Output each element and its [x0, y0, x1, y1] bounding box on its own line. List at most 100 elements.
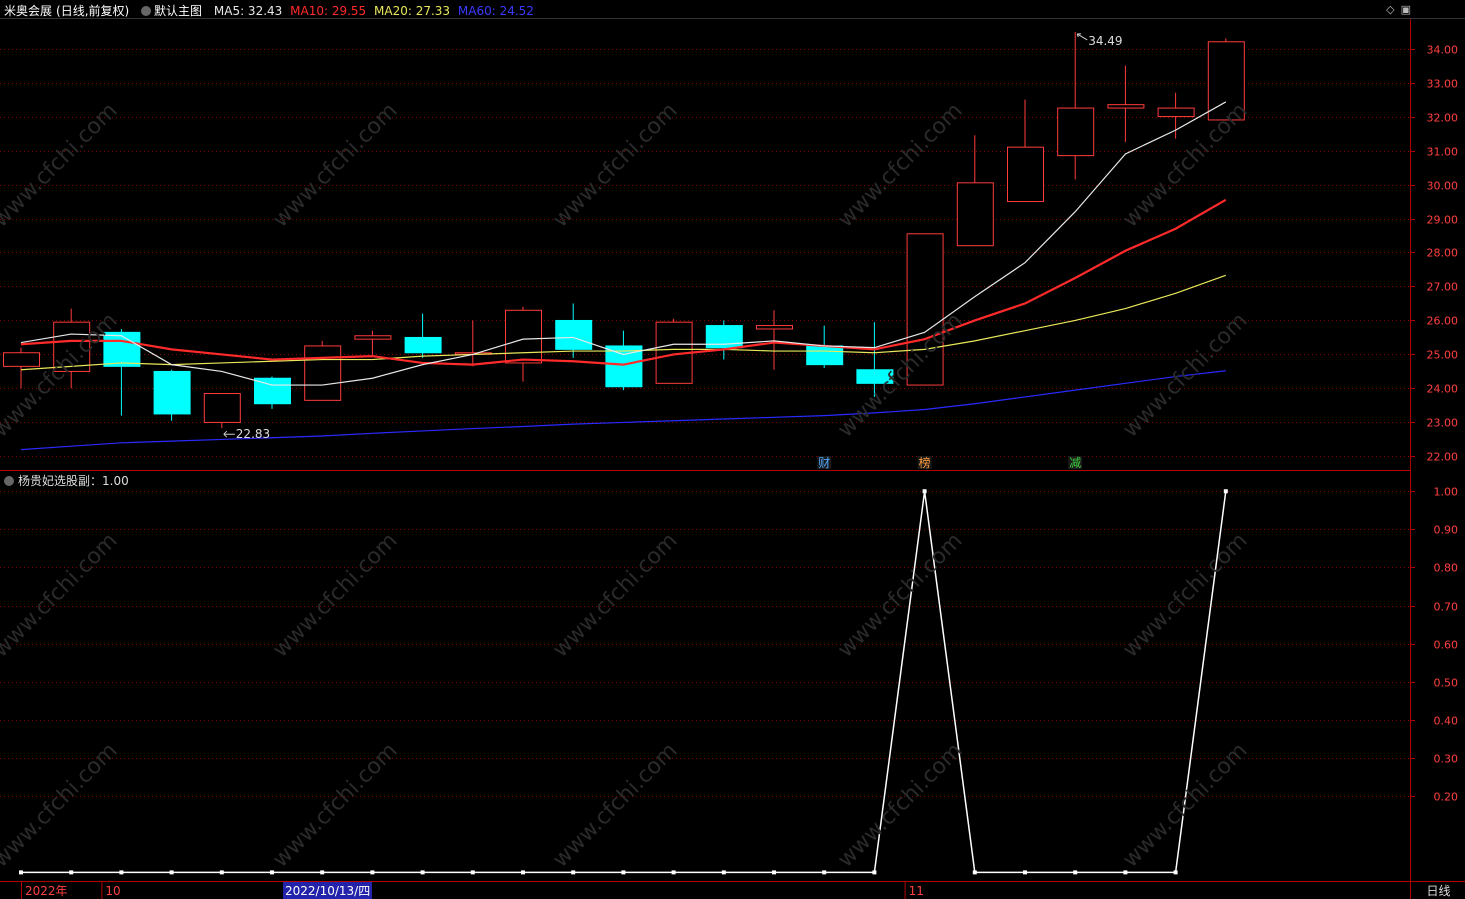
chevron-down-icon: [141, 6, 152, 16]
y-tick-label: 26.00: [1427, 315, 1459, 328]
candle-body: [203, 393, 241, 423]
watermark: www.cfchi.com: [0, 738, 123, 872]
indicator-point: [571, 870, 576, 875]
indicator-point: [1173, 870, 1178, 875]
period-info: (日线,前复权): [56, 4, 130, 18]
selected-date: 2022/10/13/四: [283, 882, 373, 899]
chevron-down-icon[interactable]: [4, 476, 14, 486]
main-chart-label: 默认主图: [154, 4, 203, 18]
indicator-point: [772, 870, 776, 875]
y-tick-label: 27.00: [1427, 281, 1459, 294]
chart-header: 米奥会展 (日线,前复权) 默认主图 MA5: 32.43 MA10: 29.55…: [4, 2, 538, 19]
indicator-point: [1073, 870, 1078, 875]
indicator-point: [972, 870, 977, 875]
watermark: www.cfchi.com: [1118, 98, 1252, 232]
y-tick-label: 30.00: [1427, 180, 1459, 193]
watermark: www.cfchi.com: [268, 528, 402, 662]
event-marker: 减: [1069, 456, 1081, 470]
indicator-point: [822, 870, 827, 875]
candle-body: [956, 182, 994, 247]
diamond-icon[interactable]: ◇: [1386, 3, 1394, 16]
y-tick-label: 32.00: [1427, 112, 1459, 125]
indicator-point: [621, 870, 626, 875]
candle-body: [3, 352, 40, 367]
watermark: www.cfchi.com: [1118, 738, 1252, 872]
y-tick-label: 23.00: [1427, 417, 1459, 430]
watermark: www.cfchi.com: [268, 98, 402, 232]
candle-body: [304, 345, 342, 401]
indicator-point: [270, 870, 274, 875]
candle-body: [404, 336, 442, 354]
stock-name[interactable]: 米奥会展: [4, 4, 52, 18]
y-tick-label: 0.90: [1434, 524, 1459, 537]
indicator-point: [420, 870, 425, 875]
x-tick-label: 11: [909, 884, 924, 898]
candle-body: [1007, 146, 1044, 203]
y-tick-label: 22.00: [1427, 451, 1459, 464]
y-tick-label: 28.00: [1427, 247, 1459, 260]
y-tick-label: 0.40: [1434, 715, 1459, 728]
ma10-label: MA10: 29.55: [290, 4, 367, 18]
low-price-label: 22.83: [236, 427, 270, 441]
candle-body: [354, 335, 392, 340]
indicator-point: [470, 870, 475, 875]
maximize-icon[interactable]: ▣: [1401, 3, 1411, 16]
y-tick-label: 34.00: [1427, 44, 1459, 57]
y-tick-label: 31.00: [1427, 146, 1459, 159]
candle-body: [1107, 104, 1145, 109]
indicator-point: [169, 870, 174, 875]
indicator-point: [721, 870, 726, 875]
y-tick-label: 1.00: [1434, 486, 1459, 499]
indicator-point: [69, 870, 74, 875]
indicator-point: [922, 489, 927, 494]
indicator-point: [219, 870, 224, 875]
indicator-line: [21, 491, 1227, 874]
watermark: www.cfchi.com: [548, 528, 682, 662]
stock-chart[interactable]: 22.00 23.00 24.00 25.00 26.00 27.00 28.00 29.00…: [0, 0, 1465, 899]
indicator-point: [320, 870, 325, 875]
y-tick-label: 24.00: [1427, 383, 1459, 396]
indicator-point: [1123, 870, 1128, 875]
candle-body: [555, 319, 593, 350]
y-tick-label: 33.00: [1427, 78, 1459, 91]
watermark: www.cfchi.com: [833, 98, 967, 232]
indicator-point: [19, 870, 23, 875]
ma5-label: MA5: 32.43: [213, 4, 283, 18]
y-tick-label: 25.00: [1427, 349, 1459, 362]
indicator-point: [1023, 870, 1027, 875]
candle-body: [756, 325, 793, 330]
indicator-point: [872, 870, 877, 875]
watermark: www.cfchi.com: [0, 528, 123, 662]
high-marker-arrow: [1076, 33, 1088, 41]
x-tick-label: 2022年: [25, 884, 68, 898]
watermark: www.cfchi.com: [833, 528, 967, 662]
y-tick-label: 0.80: [1434, 562, 1459, 575]
candle-body: [1057, 107, 1095, 157]
period-label[interactable]: 日线: [1412, 882, 1465, 899]
event-marker: 榜: [919, 455, 931, 470]
candle-body: [806, 345, 844, 366]
indicator-point: [370, 870, 375, 875]
watermark: www.cfchi.com: [1118, 528, 1252, 662]
y-tick-label: 0.50: [1434, 677, 1459, 690]
y-tick-label: 0.20: [1434, 791, 1459, 804]
candle-body: [505, 309, 542, 364]
candle-body: [1157, 107, 1195, 118]
indicator-label: 杨贵妃选股副：1.00: [18, 474, 129, 488]
main-chart-selector[interactable]: 默认主图: [141, 4, 206, 18]
indicator-point: [521, 870, 525, 875]
ma60-label: MA60: 24.52: [457, 4, 534, 18]
y-tick-label: 0.60: [1434, 639, 1459, 652]
watermark: www.cfchi.com: [0, 98, 123, 232]
candle-body: [153, 370, 191, 415]
y-tick-label: 29.00: [1427, 214, 1459, 227]
indicator-point: [1223, 489, 1228, 494]
indicator-point: [119, 870, 124, 875]
y-tick-label: 0.30: [1434, 753, 1459, 766]
low-marker-arrow: [223, 430, 235, 438]
high-price-label: 34.49: [1088, 34, 1122, 48]
event-marker: 财: [818, 456, 830, 470]
x-tick-label: 10: [105, 884, 120, 898]
indicator-point: [671, 870, 676, 875]
ma20-label: MA20: 27.33: [374, 4, 451, 18]
